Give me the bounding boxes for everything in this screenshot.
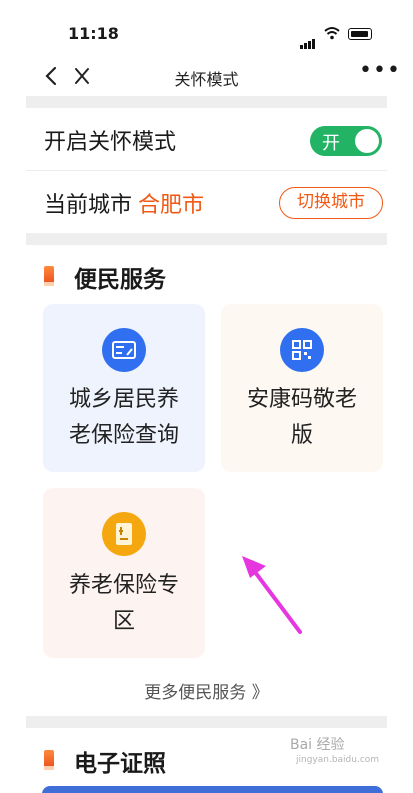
status-bar: 11:18 [0, 0, 413, 56]
service-card-ankang-code[interactable]: 安康码敬老 版 [221, 304, 383, 472]
toggle-text: 开 [322, 133, 340, 154]
card-icon [102, 328, 146, 372]
nav-bar: 关怀模式 ••• [26, 58, 400, 94]
divider [26, 716, 387, 728]
care-mode-label: 开启关怀模式 [44, 130, 177, 155]
card-label-line1: 安康码敬老 [246, 387, 357, 412]
page-title: 关怀模式 [174, 70, 239, 89]
city-name: 合肥市 [138, 193, 205, 218]
more-icon[interactable]: ••• [359, 60, 400, 90]
divider [26, 233, 387, 245]
more-services-link[interactable]: 更多便民服务 》 [26, 678, 387, 703]
card-label-line2: 版 [290, 423, 313, 448]
city-label-group: 当前城市 合肥市 [44, 187, 204, 219]
document-icon [102, 512, 146, 556]
signal-icon [300, 30, 316, 49]
battery-icon [348, 28, 372, 40]
status-time: 11:18 [68, 24, 119, 43]
annotation-arrow [242, 556, 302, 634]
certificates-title: 电子证照 [74, 751, 166, 777]
section-marker-icon [44, 266, 54, 286]
certificate-banner[interactable] [42, 786, 383, 793]
watermark-logo: Bai 经验 [290, 737, 345, 753]
left-gutter [0, 0, 26, 793]
city-label: 当前城市 [44, 193, 133, 218]
toggle-knob [355, 129, 379, 153]
card-label-line2: 老保险查询 [68, 423, 179, 448]
wifi-icon [324, 27, 340, 40]
card-label-line2: 区 [112, 609, 135, 634]
city-row: 当前城市 合肥市 切换城市 [26, 171, 387, 233]
service-card-pension-zone[interactable]: 养老保险专 区 [43, 488, 205, 658]
divider [26, 96, 387, 108]
qr-code-icon [280, 328, 324, 372]
service-card-pension-query[interactable]: 城乡居民养 老保险查询 [43, 304, 205, 472]
care-mode-row: 开启关怀模式 开 [26, 108, 387, 170]
services-title: 便民服务 [74, 267, 166, 293]
card-label-line1: 城乡居民养 [68, 387, 179, 412]
section-marker-icon [44, 750, 54, 770]
card-label-line1: 养老保险专 [68, 573, 179, 598]
services-header: 便民服务 [26, 254, 387, 294]
care-mode-toggle[interactable]: 开 [310, 126, 382, 156]
switch-city-button[interactable]: 切换城市 [279, 187, 383, 219]
watermark-url: jingyan.baidu.com [296, 755, 380, 765]
